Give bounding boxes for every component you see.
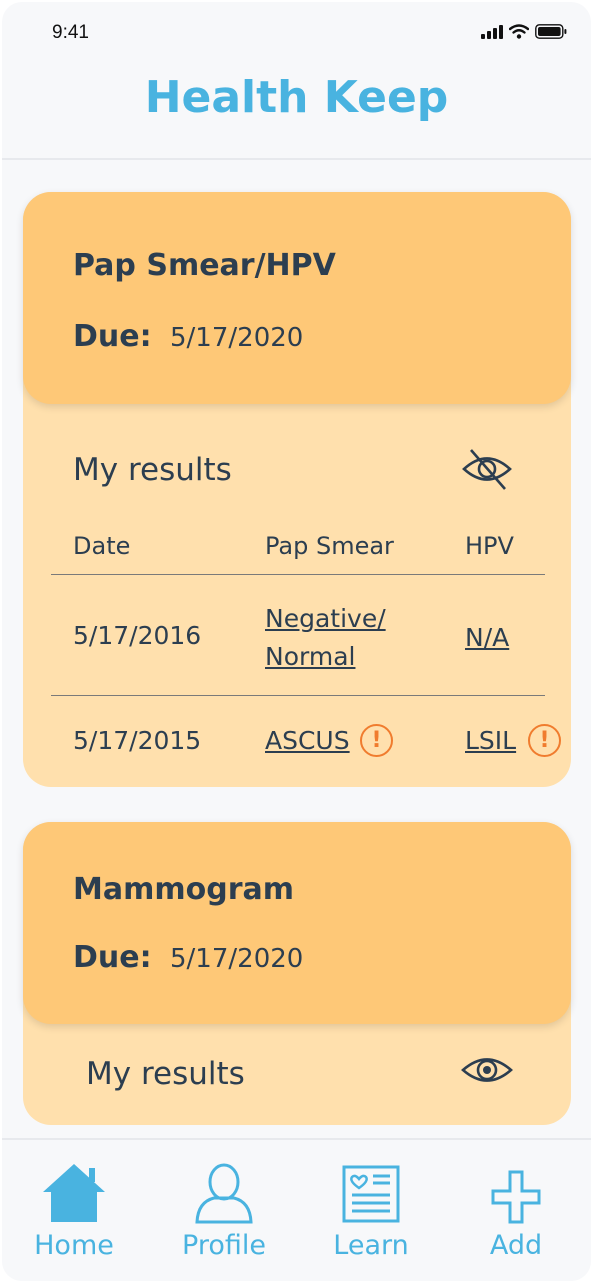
eye-slash-icon [461,446,513,496]
hpv-result-text[interactable]: N/A [465,623,509,652]
plus-icon [481,1160,551,1224]
eye-icon [460,1053,514,1091]
learn-icon [336,1160,406,1224]
battery-icon [535,24,567,43]
wifi-icon [508,24,530,43]
bottom-navigation: Home Profile Learn Add [2,1138,591,1281]
app-title: Health Keep [144,72,449,123]
pap-result-line1[interactable]: Negative/ [265,604,386,633]
column-header-pap-smear: Pap Smear [265,532,394,560]
nav-label: Add [489,1230,543,1261]
status-icons [481,24,567,43]
column-header-date: Date [73,532,131,560]
due-label: Due: [73,940,152,975]
nav-home[interactable]: Home [19,1160,129,1270]
card-header: Mammogram Due: 5/17/2020 [23,822,571,1024]
nav-label: Learn [333,1230,409,1261]
nav-profile[interactable]: Profile [169,1160,279,1270]
home-icon [39,1160,109,1224]
column-header-hpv: HPV [465,532,514,560]
hpv-result-link[interactable]: N/A [465,619,509,657]
results-label: My results [73,452,232,488]
nav-learn[interactable]: Learn [316,1160,426,1270]
toggle-results-visibility[interactable] [459,447,515,495]
toggle-results-visibility[interactable] [459,1048,515,1096]
warning-icon[interactable]: ! [528,724,561,757]
due-label: Due: [73,319,152,354]
nav-add[interactable]: Add [461,1160,571,1270]
card-title: Mammogram [73,872,295,907]
nav-label: Home [34,1230,114,1261]
row-date: 5/17/2015 [73,726,202,755]
cellular-signal-icon [481,24,503,43]
card-title: Pap Smear/HPV [73,248,336,283]
pap-result-text[interactable]: ASCUS [265,726,350,755]
status-bar: 9:41 [2,2,591,62]
nav-label: Profile [182,1230,266,1261]
hpv-result-link[interactable]: LSIL [465,722,516,760]
card-header: Pap Smear/HPV Due: 5/17/2020 [23,192,571,404]
phone-screen: 9:41 Health Keep Pap Smear/HPV Due: 5/17… [2,2,591,1281]
row-date: 5/17/2016 [73,621,202,650]
pap-result-line2[interactable]: Normal [265,642,355,671]
screening-card-pap-smear: Pap Smear/HPV Due: 5/17/2020 My results … [23,192,571,787]
due-date: 5/17/2020 [170,323,304,353]
due-date: 5/17/2020 [170,944,304,974]
table-divider [51,695,545,696]
app-header: Health Keep [2,62,591,160]
screening-card-mammogram: Mammogram Due: 5/17/2020 My results [23,822,571,1125]
hpv-result-text[interactable]: LSIL [465,726,516,755]
results-label: My results [86,1056,245,1092]
warning-icon[interactable]: ! [360,724,393,757]
profile-icon [189,1160,259,1224]
pap-result-link[interactable]: Negative/ Normal [265,600,386,676]
status-time: 9:41 [52,22,89,43]
table-divider [51,574,545,575]
pap-result-link[interactable]: ASCUS [265,722,350,760]
